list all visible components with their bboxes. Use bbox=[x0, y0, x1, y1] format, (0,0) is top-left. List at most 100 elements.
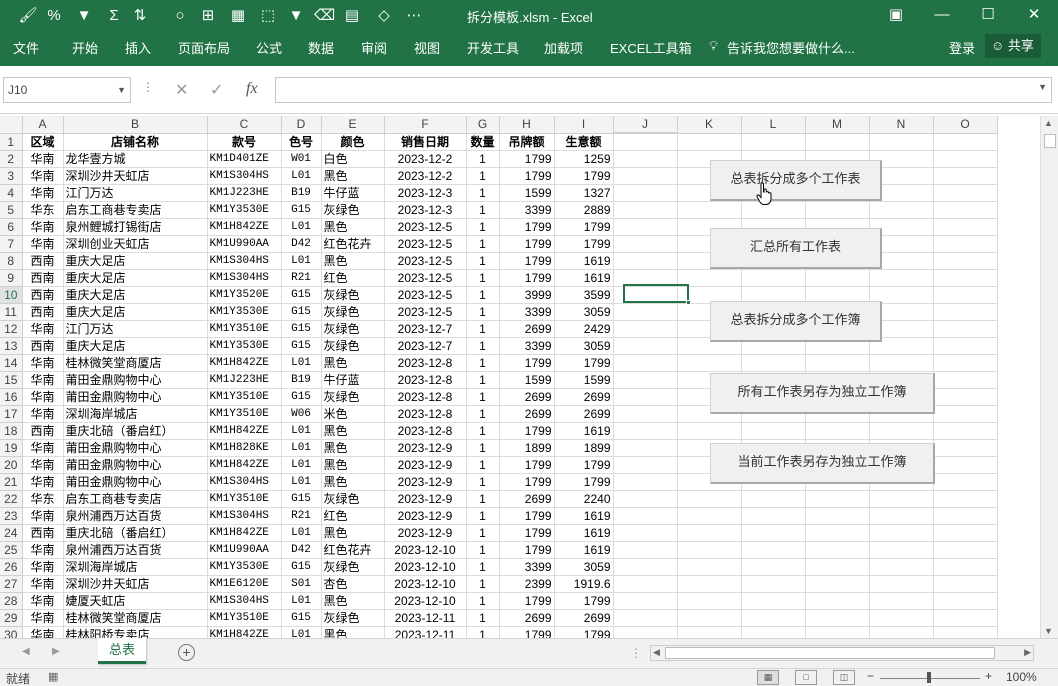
cell[interactable] bbox=[933, 422, 998, 440]
cell[interactable]: KM1H828KE bbox=[207, 439, 282, 457]
cell[interactable]: 黑色 bbox=[321, 252, 385, 270]
cell[interactable] bbox=[805, 201, 870, 219]
cell[interactable]: 西南 bbox=[22, 524, 64, 542]
cell[interactable]: 西南 bbox=[22, 303, 64, 321]
cell[interactable] bbox=[613, 320, 678, 338]
percent-icon[interactable]: % bbox=[44, 5, 64, 27]
cell[interactable]: 灰绿色 bbox=[321, 303, 385, 321]
cell[interactable]: KM1Y3530E bbox=[207, 558, 282, 576]
row-header[interactable]: 25 bbox=[0, 541, 23, 559]
cell[interactable]: R21 bbox=[281, 269, 322, 287]
cell[interactable] bbox=[677, 354, 742, 372]
cell[interactable]: 1 bbox=[466, 626, 500, 638]
cell[interactable] bbox=[613, 422, 678, 440]
cell[interactable]: 1 bbox=[466, 252, 500, 270]
cell[interactable] bbox=[805, 609, 870, 627]
scroll-up-icon[interactable]: ▲ bbox=[1044, 118, 1053, 128]
cell[interactable]: 重庆大足店 bbox=[63, 286, 208, 304]
cell[interactable]: 2889 bbox=[554, 201, 614, 219]
cell[interactable]: 重庆大足店 bbox=[63, 269, 208, 287]
cell[interactable] bbox=[869, 575, 934, 593]
cell[interactable]: 西南 bbox=[22, 269, 64, 287]
cell[interactable]: 1 bbox=[466, 337, 500, 355]
cell[interactable]: 1799 bbox=[499, 235, 555, 253]
cell[interactable]: 2023-12-5 bbox=[384, 303, 467, 321]
cell[interactable]: 1799 bbox=[499, 541, 555, 559]
cell[interactable]: 1899 bbox=[554, 439, 614, 457]
cell[interactable]: 1 bbox=[466, 218, 500, 236]
row-header[interactable]: 6 bbox=[0, 218, 23, 236]
tab-addins[interactable]: 加载项 bbox=[544, 38, 583, 57]
cell[interactable] bbox=[741, 626, 806, 638]
cell[interactable]: 灰绿色 bbox=[321, 286, 385, 304]
cell[interactable] bbox=[933, 405, 998, 423]
save-all-sheets-as-workbooks-button[interactable]: 所有工作表另存为独立工作簿 bbox=[710, 373, 935, 414]
zoom-slider-thumb[interactable] bbox=[927, 672, 931, 683]
grid-icon[interactable]: ▦ bbox=[228, 5, 248, 27]
column-header-e[interactable]: E bbox=[321, 116, 385, 134]
cell[interactable]: 3399 bbox=[499, 558, 555, 576]
cell[interactable]: 灰绿色 bbox=[321, 320, 385, 338]
cell[interactable]: 2023-12-3 bbox=[384, 201, 467, 219]
cell[interactable]: 华南 bbox=[22, 184, 64, 202]
cell[interactable] bbox=[677, 269, 742, 287]
tab-view[interactable]: 视图 bbox=[414, 38, 440, 57]
cell[interactable]: KM1Y3530E bbox=[207, 201, 282, 219]
cell[interactable]: B19 bbox=[281, 371, 322, 389]
cell[interactable] bbox=[933, 184, 998, 202]
cell[interactable]: 1799 bbox=[554, 592, 614, 610]
vertical-scrollbar[interactable]: ▲ ▼ bbox=[1040, 116, 1058, 638]
cell[interactable] bbox=[741, 558, 806, 576]
cell[interactable]: 1 bbox=[466, 507, 500, 525]
row-header[interactable]: 13 bbox=[0, 337, 23, 355]
row-header[interactable]: 8 bbox=[0, 252, 23, 270]
row-header[interactable]: 12 bbox=[0, 320, 23, 338]
cancel-icon[interactable]: ✕ bbox=[175, 80, 188, 100]
cell[interactable] bbox=[933, 354, 998, 372]
cell[interactable]: 重庆大足店 bbox=[63, 303, 208, 321]
cell[interactable]: 吊牌额 bbox=[499, 133, 555, 151]
cell[interactable]: 黑色 bbox=[321, 167, 385, 185]
cell[interactable]: 1 bbox=[466, 541, 500, 559]
cell[interactable] bbox=[869, 422, 934, 440]
cell[interactable]: 莆田金鼎购物中心 bbox=[63, 388, 208, 406]
cell[interactable] bbox=[613, 456, 678, 474]
cell[interactable] bbox=[613, 592, 678, 610]
cell[interactable]: 华南 bbox=[22, 320, 64, 338]
cell[interactable]: L01 bbox=[281, 252, 322, 270]
cell[interactable] bbox=[677, 201, 742, 219]
cell[interactable]: 1 bbox=[466, 439, 500, 457]
cell[interactable]: G15 bbox=[281, 609, 322, 627]
row-header[interactable]: 10 bbox=[0, 286, 23, 304]
cell[interactable]: G15 bbox=[281, 388, 322, 406]
cell[interactable]: G15 bbox=[281, 320, 322, 338]
autosum-icon[interactable]: Σ bbox=[104, 5, 124, 27]
cell[interactable] bbox=[869, 609, 934, 627]
cell[interactable]: 2023-12-9 bbox=[384, 456, 467, 474]
cell[interactable] bbox=[613, 473, 678, 491]
cell[interactable]: 2240 bbox=[554, 490, 614, 508]
cell[interactable]: 重庆北碚（番启红） bbox=[63, 422, 208, 440]
cell[interactable]: 1799 bbox=[499, 524, 555, 542]
cell[interactable]: KM1U990AA bbox=[207, 541, 282, 559]
cell[interactable]: 1 bbox=[466, 575, 500, 593]
table-icon[interactable]: ▤ bbox=[342, 5, 362, 27]
cell[interactable]: KM1S304HS bbox=[207, 507, 282, 525]
cell[interactable]: G15 bbox=[281, 337, 322, 355]
cell[interactable]: 华南 bbox=[22, 371, 64, 389]
cell[interactable]: 1799 bbox=[554, 626, 614, 638]
cell[interactable]: 1599 bbox=[554, 371, 614, 389]
cell[interactable]: KM1D401ZE bbox=[207, 150, 282, 168]
cell[interactable]: G15 bbox=[281, 490, 322, 508]
cell[interactable]: 西南 bbox=[22, 337, 64, 355]
cell[interactable] bbox=[933, 235, 998, 253]
row-header[interactable]: 1 bbox=[0, 133, 23, 151]
cell[interactable] bbox=[613, 303, 678, 321]
cell[interactable]: L01 bbox=[281, 626, 322, 638]
tab-home[interactable]: 开始 bbox=[72, 38, 98, 57]
cell[interactable] bbox=[613, 541, 678, 559]
cell[interactable]: 2023-12-10 bbox=[384, 541, 467, 559]
filter-icon[interactable]: ▼ bbox=[286, 5, 306, 27]
cell[interactable] bbox=[933, 626, 998, 638]
ribbon-display-options-icon[interactable]: ▣ bbox=[873, 0, 919, 32]
